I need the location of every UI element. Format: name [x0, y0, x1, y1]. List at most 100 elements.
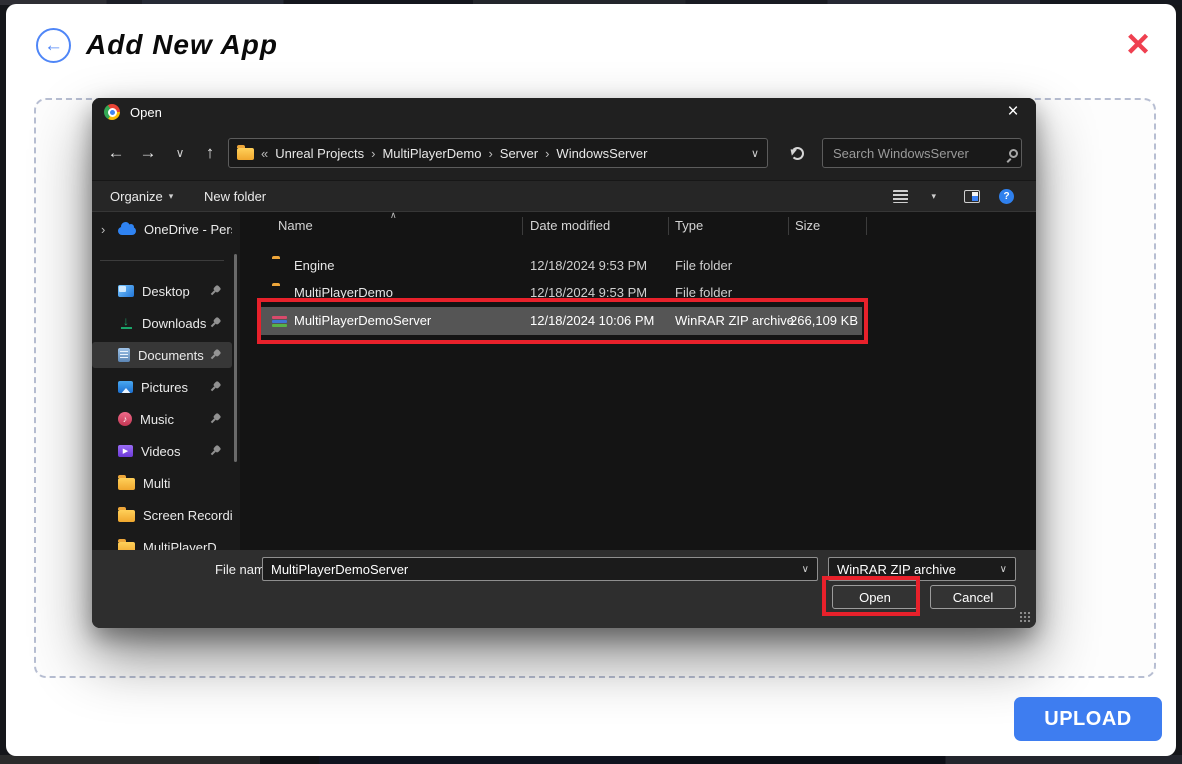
sort-ascending-icon: ∧ [390, 210, 397, 221]
column-divider[interactable] [668, 217, 669, 235]
file-name: Engine [294, 252, 334, 279]
navigation-pane: › OneDrive - Pers Desktop ↓ Downloads [92, 212, 240, 550]
sidebar-item-label: Downloads [142, 316, 206, 331]
nav-forward-button[interactable]: → [134, 138, 162, 168]
search-box[interactable] [822, 138, 1022, 168]
file-date: 12/18/2024 10:06 PM [530, 307, 654, 334]
folder-icon [237, 148, 254, 160]
page-title: Add New App [86, 26, 278, 64]
column-header-date-modified[interactable]: Date modified [530, 212, 610, 240]
view-mode-button[interactable] [893, 181, 908, 211]
help-button[interactable]: ? [999, 181, 1014, 211]
search-icon [1009, 149, 1018, 158]
chevron-down-icon: ▾ [169, 191, 174, 202]
file-name-input[interactable] [271, 562, 802, 577]
new-folder-label: New folder [204, 189, 266, 204]
pictures-icon [118, 381, 133, 393]
folder-icon [118, 542, 135, 550]
back-button[interactable]: ← [36, 28, 71, 63]
sidebar-divider [100, 260, 224, 261]
new-folder-button[interactable]: New folder [204, 181, 266, 211]
nav-up-button[interactable]: ↑ [196, 138, 224, 168]
column-header-name[interactable]: Name [278, 212, 313, 240]
list-view-icon [893, 190, 908, 203]
dialog-close-icon[interactable]: × [1002, 101, 1024, 123]
refresh-button[interactable] [782, 138, 812, 168]
videos-icon: ▶ [118, 445, 133, 457]
pin-icon [207, 443, 223, 459]
address-bar[interactable]: « Unreal Projects › MultiPlayerDemo › Se… [228, 138, 768, 168]
file-row-engine[interactable]: Engine 12/18/2024 9:53 PM File folder [240, 252, 1036, 279]
folder-icon [118, 510, 135, 522]
chevron-down-icon: ▾ [931, 191, 936, 202]
sidebar-item-label: Desktop [142, 284, 190, 299]
sidebar-item-label: MultiPlayerD [143, 540, 217, 551]
pin-icon [207, 347, 223, 363]
chevron-down-icon: ∨ [1000, 564, 1007, 575]
pin-icon [207, 315, 223, 331]
column-divider[interactable] [866, 217, 867, 235]
breadcrumb-unreal-projects[interactable]: Unreal Projects [275, 146, 364, 161]
file-name: MultiPlayerDemoServer [294, 307, 431, 334]
sidebar-item-label: Screen Recordin [143, 508, 232, 523]
preview-pane-button[interactable] [964, 181, 980, 211]
dialog-navigation-bar: ← → ∨ ↑ « Unreal Projects › MultiPlayerD… [92, 126, 1036, 180]
file-size: 266,109 KB [784, 307, 858, 334]
breadcrumb-collapse-icon[interactable]: « [261, 146, 268, 161]
sidebar-item-videos[interactable]: ▶ Videos [92, 438, 232, 464]
music-icon: ♪ [118, 412, 132, 426]
file-type-select[interactable]: WinRAR ZIP archive ∨ [828, 557, 1016, 581]
sidebar-item-downloads[interactable]: ↓ Downloads [92, 310, 232, 336]
open-button[interactable]: Open [832, 585, 918, 609]
sidebar-scrollbar[interactable] [234, 254, 237, 462]
close-page-button[interactable]: × [1118, 22, 1158, 66]
file-type: WinRAR ZIP archive [675, 307, 794, 334]
crumb-separator-icon: › [371, 146, 375, 161]
dialog-main-area: › OneDrive - Pers Desktop ↓ Downloads [92, 212, 1036, 550]
sidebar-item-music[interactable]: ♪ Music [92, 406, 232, 432]
open-file-dialog: Open × ← → ∨ ↑ « Unreal Projects › Multi… [92, 98, 1036, 628]
breadcrumb-server[interactable]: Server [500, 146, 538, 161]
sidebar-item-multi[interactable]: Multi [92, 470, 232, 496]
pin-icon [207, 283, 223, 299]
search-input[interactable] [833, 146, 1009, 161]
column-divider[interactable] [788, 217, 789, 235]
sidebar-item-label: Videos [141, 444, 181, 459]
dialog-titlebar[interactable]: Open × [92, 98, 1036, 126]
folder-icon [118, 478, 135, 490]
taskbar-strip [0, 755, 1182, 764]
column-header-size[interactable]: Size [795, 212, 820, 240]
upload-button[interactable]: UPLOAD [1014, 697, 1162, 741]
column-header-type[interactable]: Type [675, 212, 703, 240]
downloads-icon: ↓ [118, 316, 134, 330]
address-dropdown-chevron[interactable]: ∨ [751, 147, 759, 160]
resize-grip[interactable] [1020, 612, 1031, 623]
breadcrumb-windowsserver[interactable]: WindowsServer [556, 146, 647, 161]
organize-label: Organize [110, 189, 163, 204]
file-date: 12/18/2024 9:53 PM [530, 252, 647, 279]
nav-back-button[interactable]: ← [102, 138, 130, 168]
column-divider[interactable] [522, 217, 523, 235]
nav-history-chevron[interactable]: ∨ [166, 138, 194, 168]
chrome-icon [104, 104, 120, 120]
preview-pane-icon [964, 190, 980, 203]
back-arrow-icon: ← [44, 35, 63, 57]
pin-icon [207, 379, 223, 395]
desktop-icon [118, 285, 134, 297]
sidebar-item-pictures[interactable]: Pictures [92, 374, 232, 400]
file-name-combobox[interactable]: ∨ [262, 557, 818, 581]
breadcrumb-multiplayerdemo[interactable]: MultiPlayerDemo [382, 146, 481, 161]
sidebar-item-desktop[interactable]: Desktop [92, 278, 232, 304]
organize-button[interactable]: Organize ▾ [110, 181, 173, 211]
file-row-multiplayerdemo[interactable]: MultiPlayerDemo 12/18/2024 9:53 PM File … [240, 279, 1036, 306]
crumb-separator-icon: › [488, 146, 492, 161]
view-mode-chevron[interactable]: ▾ [931, 181, 936, 211]
cancel-button[interactable]: Cancel [930, 585, 1016, 609]
chevron-down-icon[interactable]: ∨ [802, 564, 809, 575]
sidebar-item-documents[interactable]: Documents [92, 342, 232, 368]
file-row-multiplayerdemoserver-selected[interactable]: MultiPlayerDemoServer 12/18/2024 10:06 P… [260, 307, 862, 335]
page: ← Add New App × Open × ← → ∨ ↑ « Unreal … [0, 0, 1182, 764]
sidebar-item-screen-recordings[interactable]: Screen Recordin [92, 502, 232, 528]
sidebar-item-label: Multi [143, 476, 170, 491]
sidebar-item-multiplayerd[interactable]: MultiPlayerD [92, 534, 232, 550]
